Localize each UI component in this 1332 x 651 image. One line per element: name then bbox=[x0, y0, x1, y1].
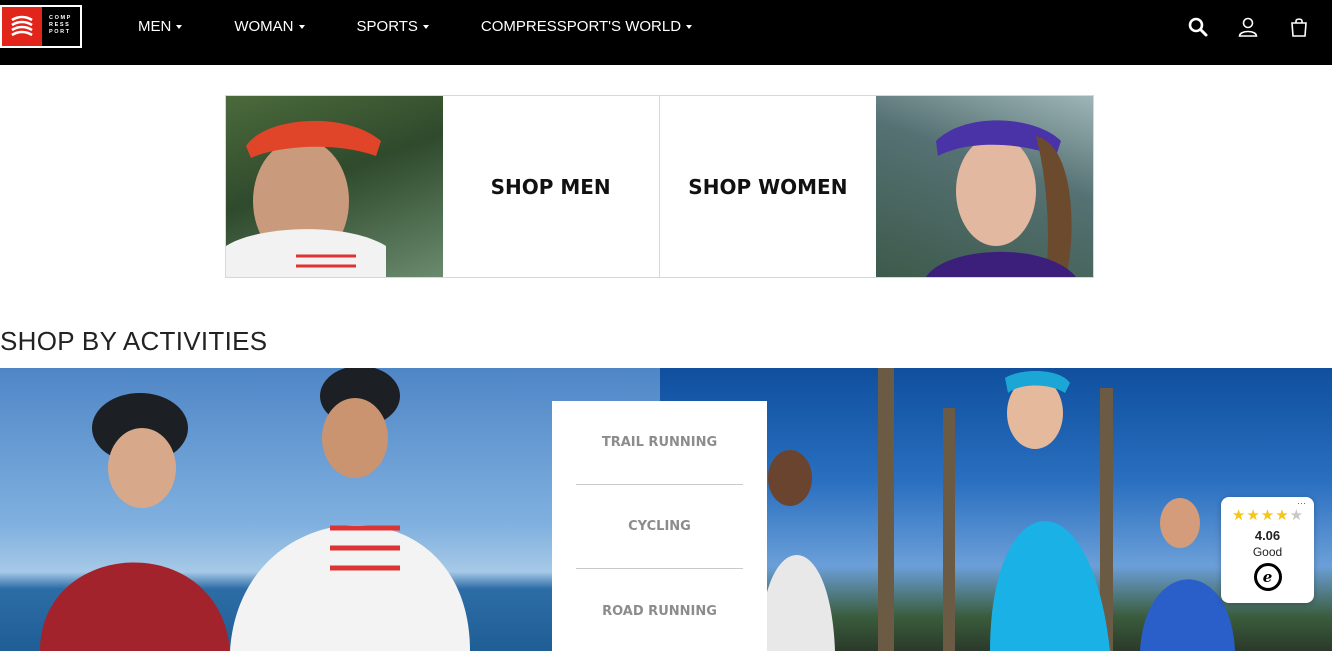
logo-mark-icon bbox=[2, 7, 42, 46]
rating-stars: ★ ★ ★ ★ ★ bbox=[1221, 508, 1314, 523]
activity-label: CYCLING bbox=[628, 519, 691, 534]
star-filled-icon: ★ bbox=[1260, 506, 1275, 524]
activities-heading: SHOP BY ACTIVITIES bbox=[0, 326, 268, 356]
site-header: COMP RESS PORT MEN WOMAN SPORTS COMPRESS… bbox=[0, 0, 1332, 65]
account-icon[interactable] bbox=[1237, 16, 1259, 38]
star-empty-icon: ★ bbox=[1289, 506, 1304, 524]
nav-item-label: WOMAN bbox=[234, 18, 294, 35]
caret-down-icon bbox=[686, 24, 693, 29]
logo-wordmark: COMP RESS PORT bbox=[42, 7, 80, 46]
nav-item-woman[interactable]: WOMAN bbox=[234, 18, 305, 35]
widget-menu-icon[interactable]: ··· bbox=[1297, 498, 1306, 508]
badge-letter: e bbox=[1262, 568, 1273, 586]
shopping-bag-icon[interactable] bbox=[1288, 16, 1310, 38]
search-icon[interactable] bbox=[1187, 16, 1209, 38]
activities-banner: TRAIL RUNNING CYCLING ROAD RUNNING bbox=[0, 368, 1332, 651]
activity-label: TRAIL RUNNING bbox=[601, 435, 718, 450]
shop-women-link[interactable]: SHOP WOMEN bbox=[659, 96, 877, 277]
logo-line: RESS bbox=[49, 22, 71, 28]
nav-item-label: COMPRESSPORT'S WORLD bbox=[480, 18, 682, 35]
compressport-logo[interactable]: COMP RESS PORT bbox=[0, 5, 82, 48]
nav-item-men[interactable]: MEN bbox=[138, 18, 183, 35]
star-filled-icon: ★ bbox=[1231, 506, 1246, 524]
activity-label: ROAD RUNNING bbox=[602, 603, 717, 619]
shop-men-label: SHOP MEN bbox=[490, 174, 611, 199]
shop-women-label: SHOP WOMEN bbox=[688, 174, 848, 199]
main-nav: MEN WOMAN SPORTS COMPRESSPORT'S WORLD bbox=[138, 0, 693, 53]
caret-down-icon bbox=[176, 24, 183, 29]
women-model-photo[interactable] bbox=[876, 96, 1093, 277]
caret-down-icon bbox=[422, 24, 429, 29]
star-filled-icon: ★ bbox=[1275, 506, 1289, 524]
logo-line: COMP bbox=[49, 15, 72, 21]
rating-value: 4.06 bbox=[1254, 528, 1281, 543]
shop-men-link[interactable]: SHOP MEN bbox=[442, 96, 660, 277]
trusted-shops-rating-widget[interactable]: ··· ★ ★ ★ ★ ★ 4.06 Good e bbox=[1221, 497, 1314, 603]
activity-menu: TRAIL RUNNING CYCLING ROAD RUNNING bbox=[552, 401, 767, 651]
activity-cycling-link[interactable]: CYCLING bbox=[576, 485, 743, 569]
activity-road-running-link[interactable]: ROAD RUNNING bbox=[576, 569, 743, 651]
nav-item-label: SPORTS bbox=[356, 18, 418, 35]
rating-label: Good bbox=[1252, 545, 1283, 559]
trusted-shops-badge-icon: e bbox=[1253, 563, 1282, 591]
caret-down-icon bbox=[298, 24, 305, 29]
activity-trail-running-link[interactable]: TRAIL RUNNING bbox=[576, 401, 743, 485]
logo-line: PORT bbox=[49, 29, 71, 35]
nav-item-compressport-world[interactable]: COMPRESSPORT'S WORLD bbox=[480, 18, 693, 35]
nav-item-label: MEN bbox=[138, 18, 172, 35]
nav-item-sports[interactable]: SPORTS bbox=[357, 18, 429, 35]
men-model-photo[interactable] bbox=[226, 96, 443, 277]
shop-gender-banner: SHOP MEN SHOP WOMEN bbox=[225, 95, 1094, 278]
star-filled-icon: ★ bbox=[1246, 506, 1260, 524]
